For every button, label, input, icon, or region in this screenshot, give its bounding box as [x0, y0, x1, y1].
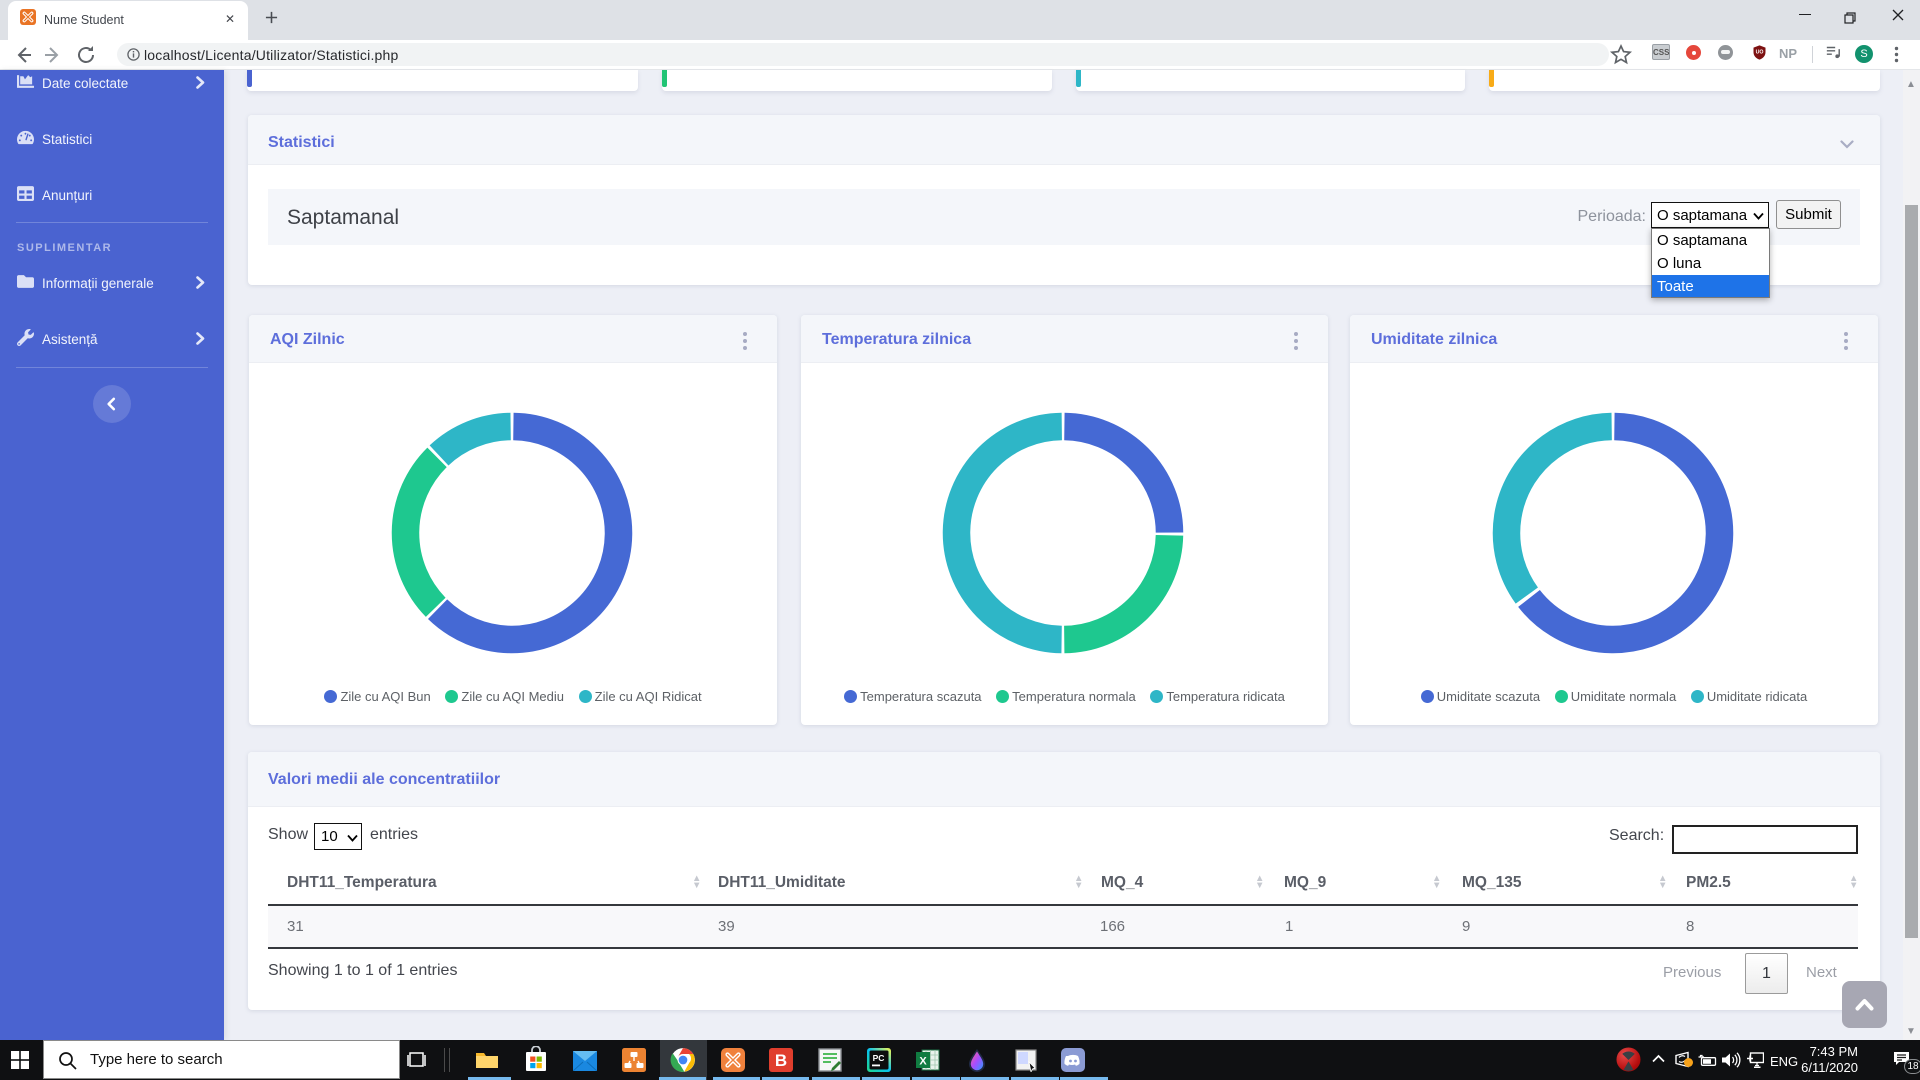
svg-text:X: X [919, 1056, 927, 1068]
svg-text:UO: UO [1756, 50, 1764, 56]
svg-text:PC: PC [873, 1053, 885, 1063]
svg-text:B: B [775, 1051, 787, 1070]
